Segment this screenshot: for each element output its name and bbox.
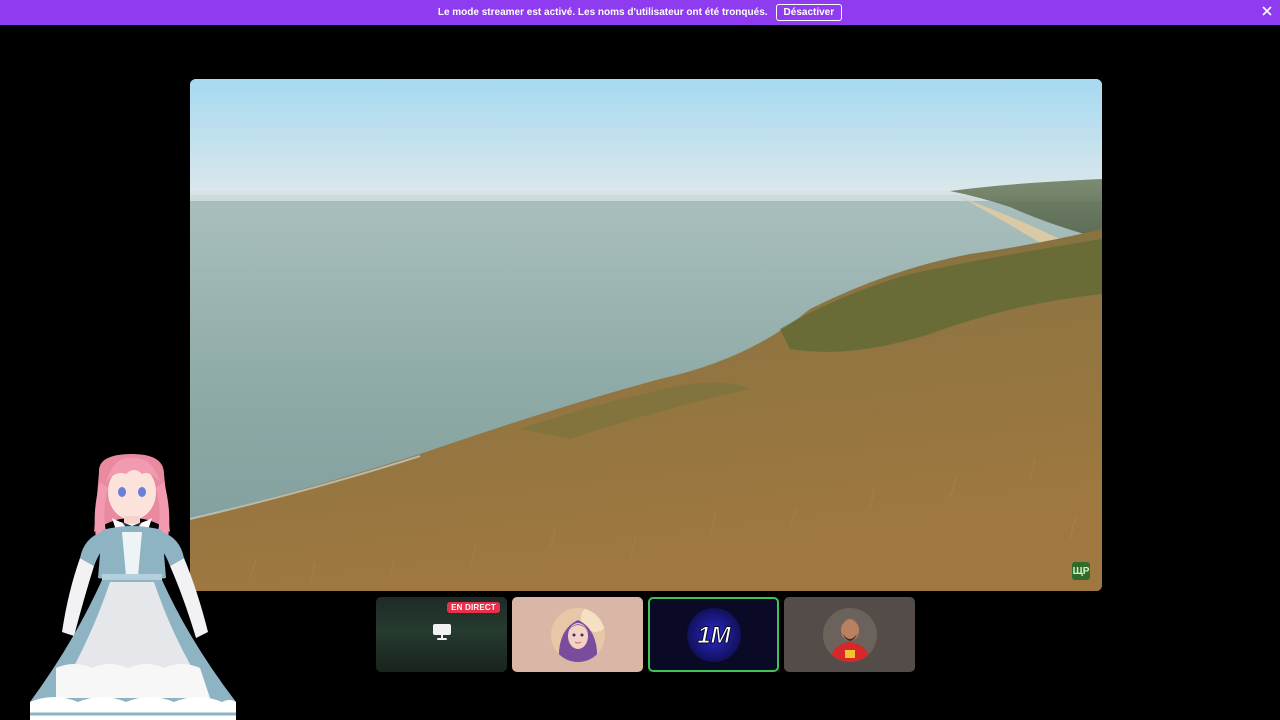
football-player-avatar xyxy=(822,607,877,662)
channel-avatar: 1M xyxy=(686,607,741,662)
avatar-text: 1M xyxy=(697,622,731,649)
streamer-mode-banner: Le mode streamer est activé. Les noms d'… xyxy=(0,0,1280,25)
channel-logo-icon: ЩР xyxy=(1072,562,1090,580)
participant-tiles: EN DIRECT 1M xyxy=(376,597,915,672)
participant-tile-selected[interactable]: 1M xyxy=(648,597,779,672)
streamer-mode-message: Le mode streamer est activé. Les noms d'… xyxy=(437,7,768,18)
coastal-landscape-image xyxy=(190,79,1102,591)
monitor-icon xyxy=(432,623,452,646)
participant-tile[interactable] xyxy=(784,597,915,672)
screen-share-tile[interactable]: EN DIRECT xyxy=(376,597,507,672)
disable-streamer-mode-button[interactable]: Désactiver xyxy=(775,4,843,21)
close-icon[interactable] xyxy=(1260,4,1274,18)
live-badge: EN DIRECT xyxy=(447,602,500,613)
participant-tile[interactable] xyxy=(512,597,643,672)
vtuber-avatar-overlay xyxy=(14,452,244,720)
purple-hair-girl-avatar xyxy=(550,607,605,662)
main-stream-video[interactable]: ЩР xyxy=(190,79,1102,591)
